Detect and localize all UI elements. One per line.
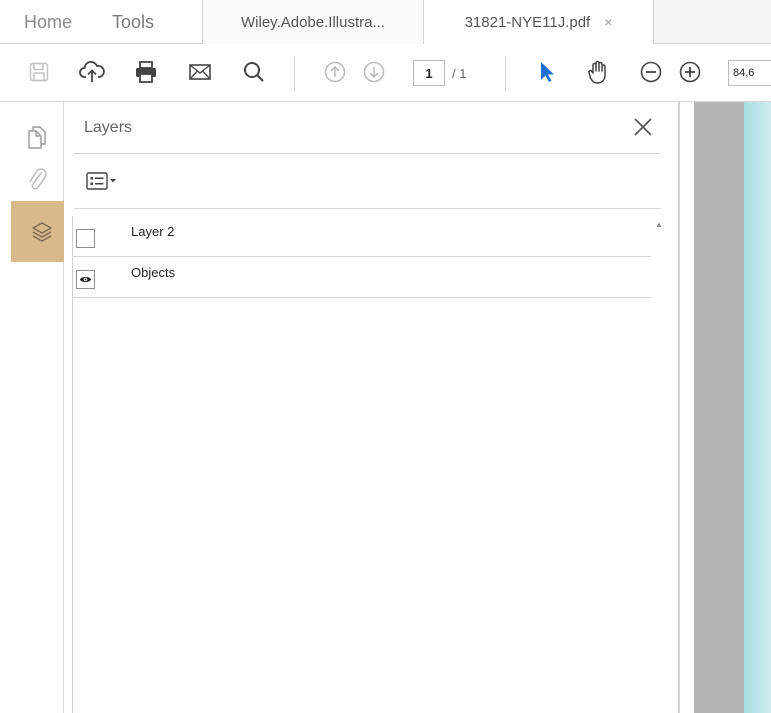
layer-name: Objects xyxy=(131,265,176,280)
layer-row-objects[interactable]: Objects xyxy=(73,257,651,298)
zoom-level-input[interactable]: 84,6 xyxy=(728,60,771,86)
document-background xyxy=(694,102,744,713)
layers-panel: Layers Layer 2 Objects ▲ xyxy=(64,102,679,713)
tab-document-nye-label: 31821-NYE11J.pdf xyxy=(464,13,591,31)
panel-divider xyxy=(74,208,661,209)
close-tab-icon[interactable]: × xyxy=(604,14,612,30)
layer-list: Layer 2 Objects ▲ xyxy=(72,216,664,713)
zoom-out-icon[interactable] xyxy=(636,57,666,87)
toolbar: 1 / 1 84,6 xyxy=(0,44,771,102)
save-icon[interactable] xyxy=(24,57,54,87)
toolbar-separator xyxy=(505,56,506,90)
tab-document-wiley-label: Wiley.Adobe.Illustra... xyxy=(241,13,385,31)
print-icon[interactable] xyxy=(131,57,161,87)
prev-page-icon[interactable] xyxy=(320,57,350,87)
select-pointer-icon[interactable] xyxy=(531,57,561,87)
layers-panel-title: Layers xyxy=(84,119,133,136)
panel-divider xyxy=(74,153,661,154)
email-icon[interactable] xyxy=(185,57,215,87)
chevron-down-icon xyxy=(110,179,116,183)
search-icon[interactable] xyxy=(239,57,269,87)
close-icon[interactable] xyxy=(630,114,656,140)
layers-icon[interactable] xyxy=(11,201,72,262)
page-number-input[interactable]: 1 xyxy=(413,60,445,86)
layer-name: Layer 2 xyxy=(131,224,175,239)
attachment-icon[interactable] xyxy=(22,165,52,195)
eye-icon xyxy=(79,276,92,283)
hand-icon[interactable] xyxy=(583,57,613,87)
tab-tools[interactable]: Tools xyxy=(112,0,182,44)
document-gutter xyxy=(679,102,694,713)
layer-row-layer-2[interactable]: Layer 2 xyxy=(73,216,651,257)
layer-visibility-toggle[interactable] xyxy=(76,270,95,289)
document-view[interactable] xyxy=(679,102,771,713)
layer-visibility-toggle[interactable] xyxy=(76,229,95,248)
document-page[interactable] xyxy=(744,102,771,713)
pages-icon[interactable] xyxy=(22,122,52,152)
left-navigation-rail xyxy=(0,102,72,713)
tab-document-wiley[interactable]: Wiley.Adobe.Illustra... xyxy=(202,0,424,44)
next-page-icon[interactable] xyxy=(359,57,389,87)
scroll-up-arrow-icon[interactable]: ▲ xyxy=(655,220,663,229)
toolbar-separator xyxy=(294,56,295,90)
upload-icon[interactable] xyxy=(77,57,107,87)
tabbar-empty-space xyxy=(654,0,771,44)
page-total: / 1 xyxy=(452,65,467,81)
tab-home[interactable]: Home xyxy=(24,0,86,44)
tab-document-nye[interactable]: 31821-NYE11J.pdf × xyxy=(424,0,654,44)
layer-options-button[interactable] xyxy=(86,168,128,194)
tab-bar: Home Tools Wiley.Adobe.Illustra... 31821… xyxy=(0,0,771,44)
list-options-icon xyxy=(86,172,108,190)
zoom-in-icon[interactable] xyxy=(675,57,705,87)
